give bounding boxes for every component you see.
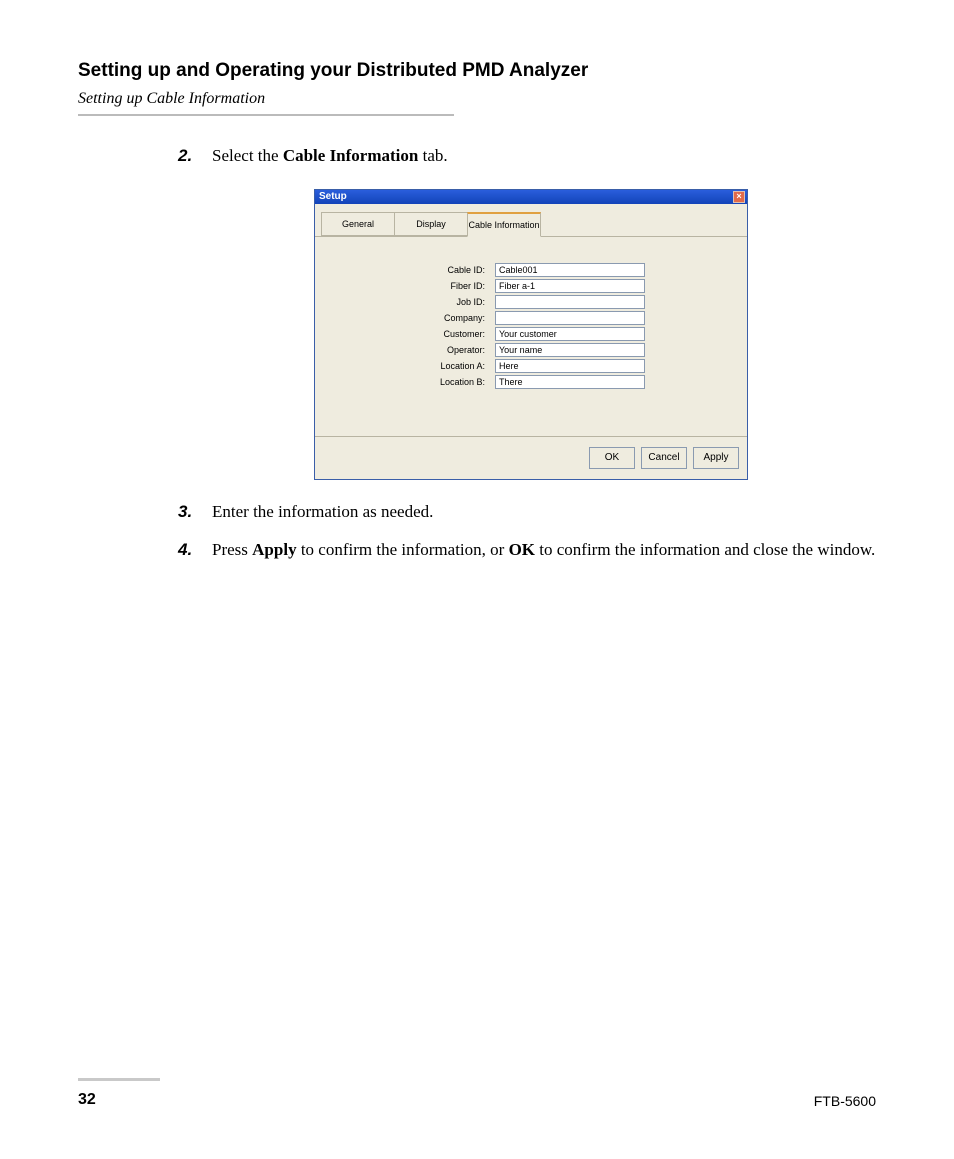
tab-display[interactable]: Display (394, 212, 468, 236)
window-body: General Display Cable Information Cable … (315, 204, 747, 479)
row-location-b: Location B: There (325, 375, 737, 389)
input-cable-id[interactable]: Cable001 (495, 263, 645, 277)
step-number: 2. (178, 144, 212, 169)
step-4: 4. Press Apply to confirm the informatio… (178, 538, 876, 563)
tab-bar: General Display Cable Information (315, 212, 747, 237)
step-text-bold: Cable Information (283, 146, 419, 165)
step-text: Select the Cable Information tab. (212, 144, 876, 169)
row-customer: Customer: Your customer (325, 327, 737, 341)
step-text: Press Apply to confirm the information, … (212, 538, 876, 563)
row-cable-id: Cable ID: Cable001 (325, 263, 737, 277)
button-strip: OK Cancel Apply (315, 436, 747, 479)
apply-button[interactable]: Apply (693, 447, 739, 469)
input-location-b[interactable]: There (495, 375, 645, 389)
label-location-a: Location A: (325, 361, 495, 371)
step-number: 4. (178, 538, 212, 563)
step-text-pre: Select the (212, 146, 283, 165)
input-fiber-id[interactable]: Fiber a-1 (495, 279, 645, 293)
window-titlebar: Setup × (315, 190, 747, 204)
row-operator: Operator: Your name (325, 343, 737, 357)
step-text-post: to confirm the information and close the… (535, 540, 875, 559)
label-fiber-id: Fiber ID: (325, 281, 495, 291)
footer-model: FTB-5600 (814, 1093, 876, 1109)
tab-content: Cable ID: Cable001 Fiber ID: Fiber a-1 J… (315, 236, 747, 436)
label-job-id: Job ID: (325, 297, 495, 307)
row-company: Company: (325, 311, 737, 325)
row-job-id: Job ID: (325, 295, 737, 309)
label-customer: Customer: (325, 329, 495, 339)
label-cable-id: Cable ID: (325, 265, 495, 275)
footer-rule (78, 1078, 160, 1081)
chapter-title: Setting up and Operating your Distribute… (78, 60, 876, 82)
tab-cable-information[interactable]: Cable Information (467, 212, 541, 237)
section-subtitle: Setting up Cable Information (78, 90, 876, 108)
header-rule (78, 114, 454, 116)
setup-window: Setup × General Display Cable Informatio… (314, 189, 748, 480)
input-customer[interactable]: Your customer (495, 327, 645, 341)
step-text-mid: to confirm the information, or (297, 540, 509, 559)
cancel-button[interactable]: Cancel (641, 447, 687, 469)
label-operator: Operator: (325, 345, 495, 355)
label-location-b: Location B: (325, 377, 495, 387)
row-fiber-id: Fiber ID: Fiber a-1 (325, 279, 737, 293)
input-job-id[interactable] (495, 295, 645, 309)
step-2: 2. Select the Cable Information tab. (178, 144, 876, 169)
step-text-post: tab. (418, 146, 447, 165)
close-icon[interactable]: × (733, 191, 745, 203)
step-text: Enter the information as needed. (212, 500, 876, 525)
step-number: 3. (178, 500, 212, 525)
row-location-a: Location A: Here (325, 359, 737, 373)
label-company: Company: (325, 313, 495, 323)
step-text-pre: Press (212, 540, 252, 559)
tab-general[interactable]: General (321, 212, 395, 236)
step-text-bold: Apply (252, 540, 296, 559)
page-number: 32 (78, 1091, 96, 1109)
step-text-bold: OK (509, 540, 535, 559)
input-company[interactable] (495, 311, 645, 325)
step-list: 2. Select the Cable Information tab. Set… (178, 144, 876, 563)
input-operator[interactable]: Your name (495, 343, 645, 357)
window-title: Setup (319, 191, 347, 202)
ok-button[interactable]: OK (589, 447, 635, 469)
input-location-a[interactable]: Here (495, 359, 645, 373)
step-3: 3. Enter the information as needed. (178, 500, 876, 525)
